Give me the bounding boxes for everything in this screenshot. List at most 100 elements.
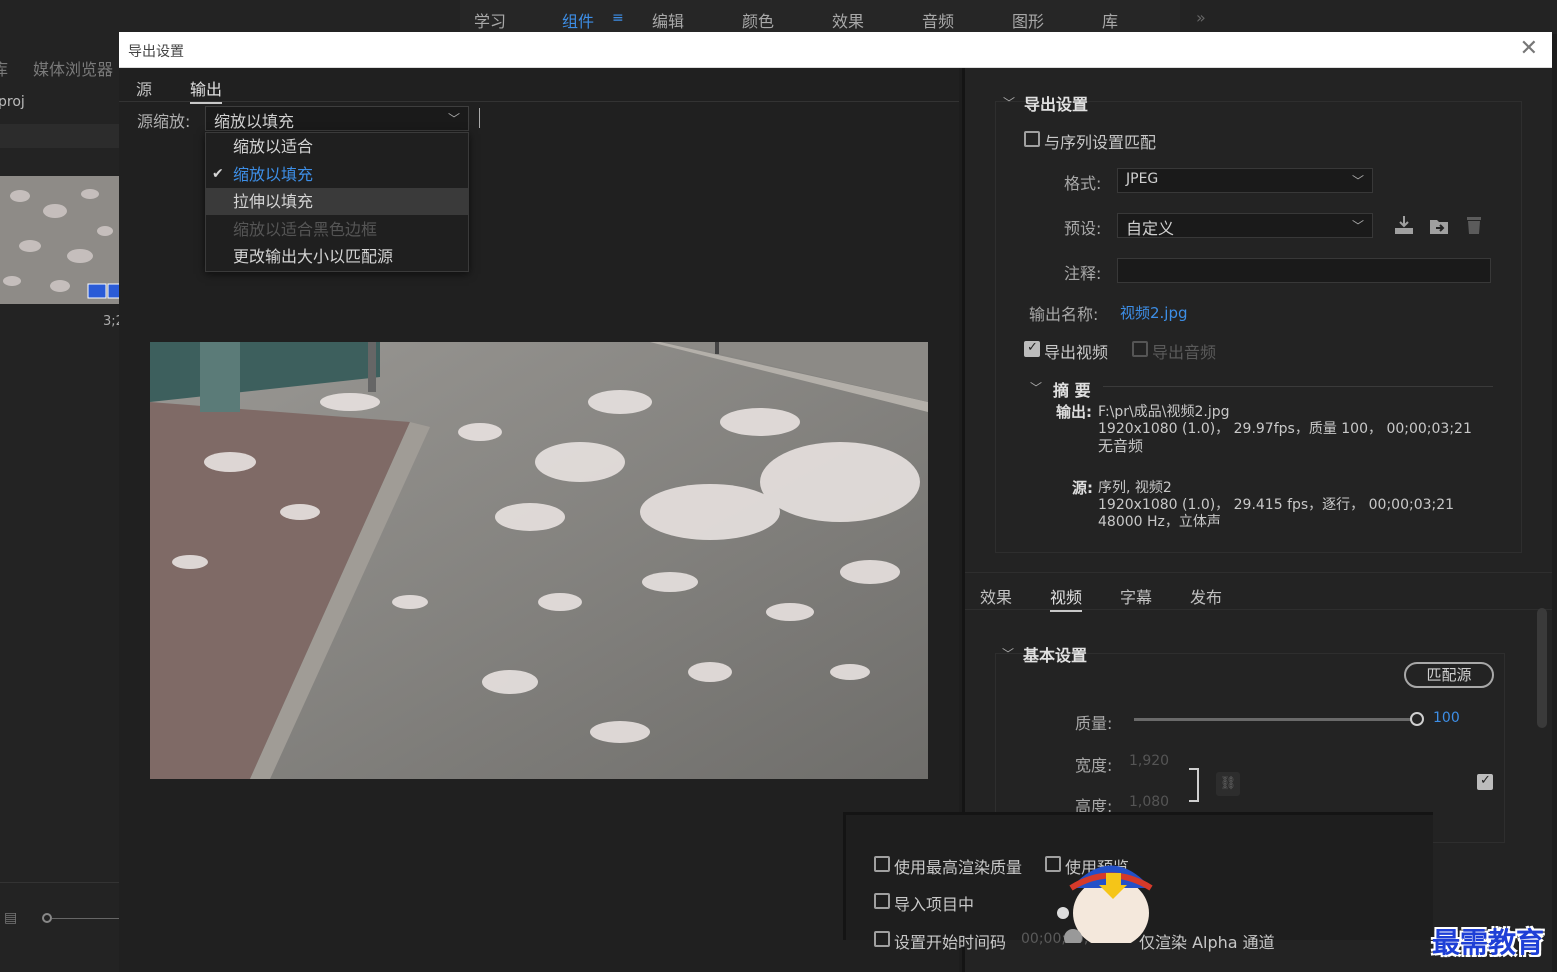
workspace-menu-icon[interactable]: ≡ xyxy=(612,10,624,26)
tab-source[interactable]: 源 xyxy=(136,76,152,100)
dialog-titlebar: 导出设置 ✕ xyxy=(119,32,1552,68)
save-preset-icon[interactable] xyxy=(1393,214,1415,236)
quality-label: 质量: xyxy=(1075,714,1113,733)
export-video-label: 导出视频 xyxy=(1044,343,1109,362)
format-label: 格式: xyxy=(1064,174,1102,193)
lower-tabs-top-line xyxy=(965,572,1552,573)
chevron-down-icon: ﹀ xyxy=(447,112,460,126)
preset-value: 自定义 xyxy=(1126,219,1175,238)
close-icon[interactable]: ✕ xyxy=(1520,36,1538,61)
import-into-project-checkbox[interactable] xyxy=(874,893,890,909)
max-render-quality-label: 使用最高渲染质量 xyxy=(894,858,1023,877)
match-source-button[interactable]: 匹配源 xyxy=(1404,662,1494,688)
summary-source-name: 序列, 视频2 xyxy=(1098,480,1172,496)
workspace-tab-edit[interactable]: 编辑 xyxy=(652,8,684,32)
workspace-tab-graphics[interactable]: 图形 xyxy=(1012,8,1044,32)
source-scaling-value: 缩放以填充 xyxy=(214,112,295,131)
bg-project-name: proj xyxy=(0,94,25,110)
summary-chevron-icon[interactable]: ﹀ xyxy=(1030,379,1042,396)
export-video-checkbox[interactable] xyxy=(1024,340,1040,357)
checkmark-icon: ✔ xyxy=(212,166,224,182)
summary-output-audio: 无音频 xyxy=(1098,437,1144,455)
import-preset-icon[interactable] xyxy=(1428,214,1450,236)
bg-tab-libraries: 库 xyxy=(0,60,9,79)
match-sequence-checkbox[interactable] xyxy=(1024,131,1040,147)
menu-item-stretch-to-fill[interactable]: 拉伸以填充 xyxy=(206,188,468,215)
watermark-logo: 最需教育 xyxy=(1432,926,1545,959)
export-audio-checkbox xyxy=(1132,341,1148,357)
import-into-project-label: 导入项目中 xyxy=(894,895,975,914)
preset-label: 预设: xyxy=(1064,219,1102,238)
workspace-bar: 学习 组件 ≡ 编辑 颜色 效果 音频 图形 库 » xyxy=(0,0,1557,34)
export-audio-label: 导出音频 xyxy=(1152,343,1217,362)
workspace-tab-assembly[interactable]: 组件 xyxy=(562,8,594,32)
lower-tabs-bottom-line xyxy=(965,609,1552,610)
tab-effects[interactable]: 效果 xyxy=(980,584,1012,608)
menu-item-scale-to-fill[interactable]: ✔ 缩放以填充 xyxy=(206,161,468,188)
link-dimensions-icon: ⛓ xyxy=(1216,772,1240,796)
format-value: JPEG xyxy=(1126,171,1159,187)
source-scaling-label: 源缩放: xyxy=(137,112,191,131)
width-value: 1,920 xyxy=(1129,753,1170,769)
tab-divider xyxy=(119,101,959,102)
output-name-label: 输出名称: xyxy=(1029,305,1099,324)
workspace-tab-audio[interactable]: 音频 xyxy=(922,8,954,32)
tab-publish[interactable]: 发布 xyxy=(1190,584,1222,608)
output-name-link[interactable]: 视频2.jpg xyxy=(1120,302,1188,323)
delete-preset-icon[interactable] xyxy=(1463,214,1485,236)
dialog-title: 导出设置 xyxy=(128,44,184,60)
preview-pane: 源 输出 源缩放: 缩放以填充 ﹀ 缩放以适合 ✔ 缩放以填充 拉伸以填充 缩放… xyxy=(119,68,959,972)
set-start-timecode-checkbox[interactable] xyxy=(874,931,890,947)
export-settings-title: 导出设置 xyxy=(1024,95,1089,114)
preset-dropdown[interactable]: 自定义 ﹀ xyxy=(1117,213,1373,238)
more-workspaces-icon[interactable]: » xyxy=(1196,8,1206,27)
menu-item-change-output-size[interactable]: 更改输出大小以匹配源 xyxy=(206,243,468,270)
workspace-tab-effects[interactable]: 效果 xyxy=(832,8,864,32)
bg-clip-thumbnail xyxy=(0,176,120,304)
video-preview xyxy=(150,342,928,779)
comments-input[interactable] xyxy=(1117,258,1491,283)
summary-source-audio: 48000 Hz，立体声 xyxy=(1098,514,1221,530)
max-render-quality-checkbox[interactable] xyxy=(874,856,890,872)
quality-slider-track[interactable] xyxy=(1134,718,1416,721)
source-scaling-dropdown[interactable]: 缩放以填充 ﹀ xyxy=(205,106,469,131)
format-dropdown[interactable]: JPEG ﹀ xyxy=(1117,168,1373,193)
chevron-down-icon: ﹀ xyxy=(1351,219,1364,233)
basic-settings-title: 基本设置 xyxy=(1023,646,1088,665)
width-label: 宽度: xyxy=(1075,756,1113,775)
summary-title: 摘 要 xyxy=(1053,381,1091,400)
export-options-row: 使用最高渲染质量 使用预览 导入项目中 设置开始时间码 00;00;00;00 … xyxy=(843,812,1433,952)
text-cursor xyxy=(479,108,480,128)
quality-value[interactable]: 100 xyxy=(1433,710,1460,726)
bg-zoom-slider-handle xyxy=(42,913,52,923)
menu-item-scale-to-fit-black-borders: 缩放以适合黑色边框 xyxy=(233,220,378,239)
mascot-sticker xyxy=(1057,865,1153,943)
bg-zoom-slider-track xyxy=(52,918,120,919)
bg-search-field xyxy=(0,124,120,148)
bg-list-view-icon: ▤ xyxy=(4,910,18,926)
height-value: 1,080 xyxy=(1129,794,1170,810)
menu-item-scale-to-fill-label: 缩放以填充 xyxy=(233,165,314,184)
chevron-down-icon: ﹀ xyxy=(1351,174,1364,188)
collapse-chevron-icon[interactable]: ﹀ xyxy=(1003,94,1015,111)
dimensions-override-checkbox[interactable] xyxy=(1477,773,1493,790)
quality-slider-handle[interactable] xyxy=(1410,712,1424,726)
workspace-tab-libraries[interactable]: 库 xyxy=(1102,8,1118,32)
tab-captions[interactable]: 字幕 xyxy=(1120,584,1152,608)
workspace-tab-color[interactable]: 颜色 xyxy=(742,8,774,32)
preview-image xyxy=(150,342,928,779)
comments-label: 注释: xyxy=(1064,264,1102,283)
match-sequence-label: 与序列设置匹配 xyxy=(1044,133,1157,152)
workspace-tab-learn[interactable]: 学习 xyxy=(474,8,506,32)
tab-output[interactable]: 输出 xyxy=(190,76,223,104)
settings-scrollbar[interactable] xyxy=(1537,608,1547,728)
summary-output-label: 输出: xyxy=(1056,403,1092,421)
source-scaling-menu: 缩放以适合 ✔ 缩放以填充 拉伸以填充 缩放以适合黑色边框 更改输出大小以匹配源 xyxy=(205,132,469,272)
summary-source-specs: 1920x1080 (1.0)， 29.415 fps，逐行， 00;00;03… xyxy=(1098,497,1455,513)
basic-settings-chevron-icon[interactable]: ﹀ xyxy=(1002,645,1014,662)
tab-video[interactable]: 视频 xyxy=(1050,584,1083,612)
link-bracket xyxy=(1189,768,1199,802)
background-project-panel: 库 媒体浏览器 proj 3;2 ▤ xyxy=(0,34,124,972)
menu-item-scale-to-fit[interactable]: 缩放以适合 xyxy=(206,133,468,160)
bg-divider xyxy=(0,882,120,883)
